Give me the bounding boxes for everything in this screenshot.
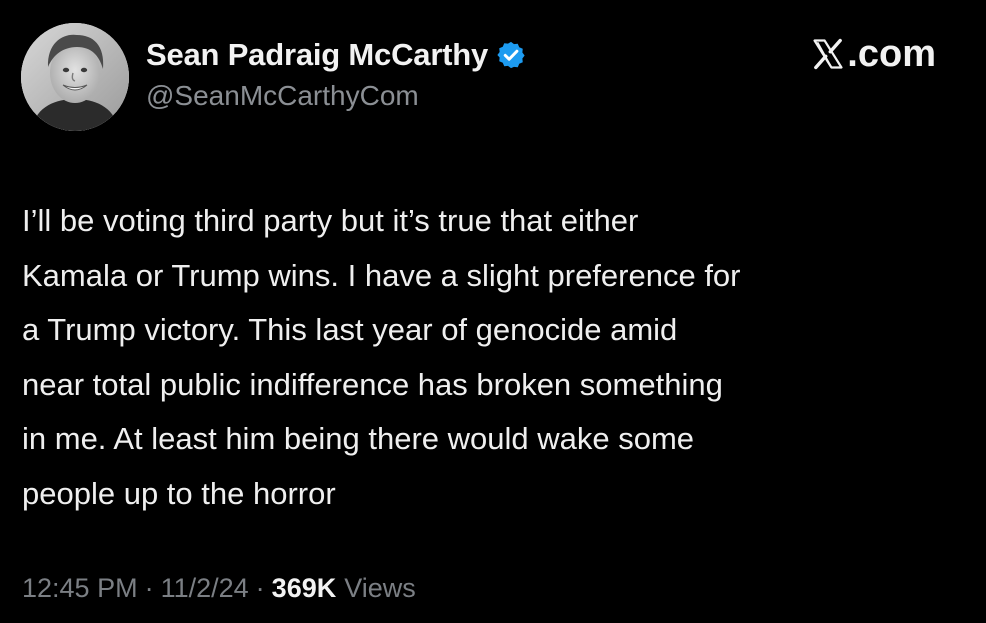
tweet-body-line: I’ll be voting third party but it’s true… [22, 203, 639, 238]
brand-suffix: .com [847, 32, 936, 75]
views-label[interactable]: Views [344, 573, 416, 604]
verified-badge-icon [496, 40, 526, 70]
tweet-time[interactable]: 12:45 PM [22, 573, 138, 604]
tweet-body-line: people up to the horror [22, 475, 336, 511]
tweet-card: Sean Padraig McCarthy @SeanMcCarthyCom .… [0, 0, 986, 623]
views-count[interactable]: 369K [272, 573, 337, 604]
tweet-body-line: Kamala or Trump wins. I have a slight pr… [22, 257, 741, 293]
avatar-photo [21, 23, 129, 131]
tweet-body-line: a Trump victory. This last year of genoc… [22, 312, 678, 347]
tweet-body-line: near total public indifference has broke… [22, 366, 723, 402]
author-display-name[interactable]: Sean Padraig McCarthy [146, 37, 488, 73]
tweet-body-line: in me. At least him being there would wa… [22, 421, 695, 456]
author-name-row: Sean Padraig McCarthy [146, 34, 526, 76]
tweet-meta: 12:45 PM · 11/2/24 · 369K Views [22, 573, 416, 604]
author-handle[interactable]: @SeanMcCarthyCom [146, 80, 419, 112]
meta-separator: · [144, 573, 154, 603]
brand-logo: .com [811, 30, 936, 78]
avatar[interactable] [21, 23, 129, 131]
x-logo-icon [811, 37, 845, 71]
meta-separator: · [255, 573, 265, 603]
tweet-date[interactable]: 11/2/24 [161, 573, 249, 604]
tweet-body: I’ll be voting third party but it’s true… [22, 194, 967, 521]
